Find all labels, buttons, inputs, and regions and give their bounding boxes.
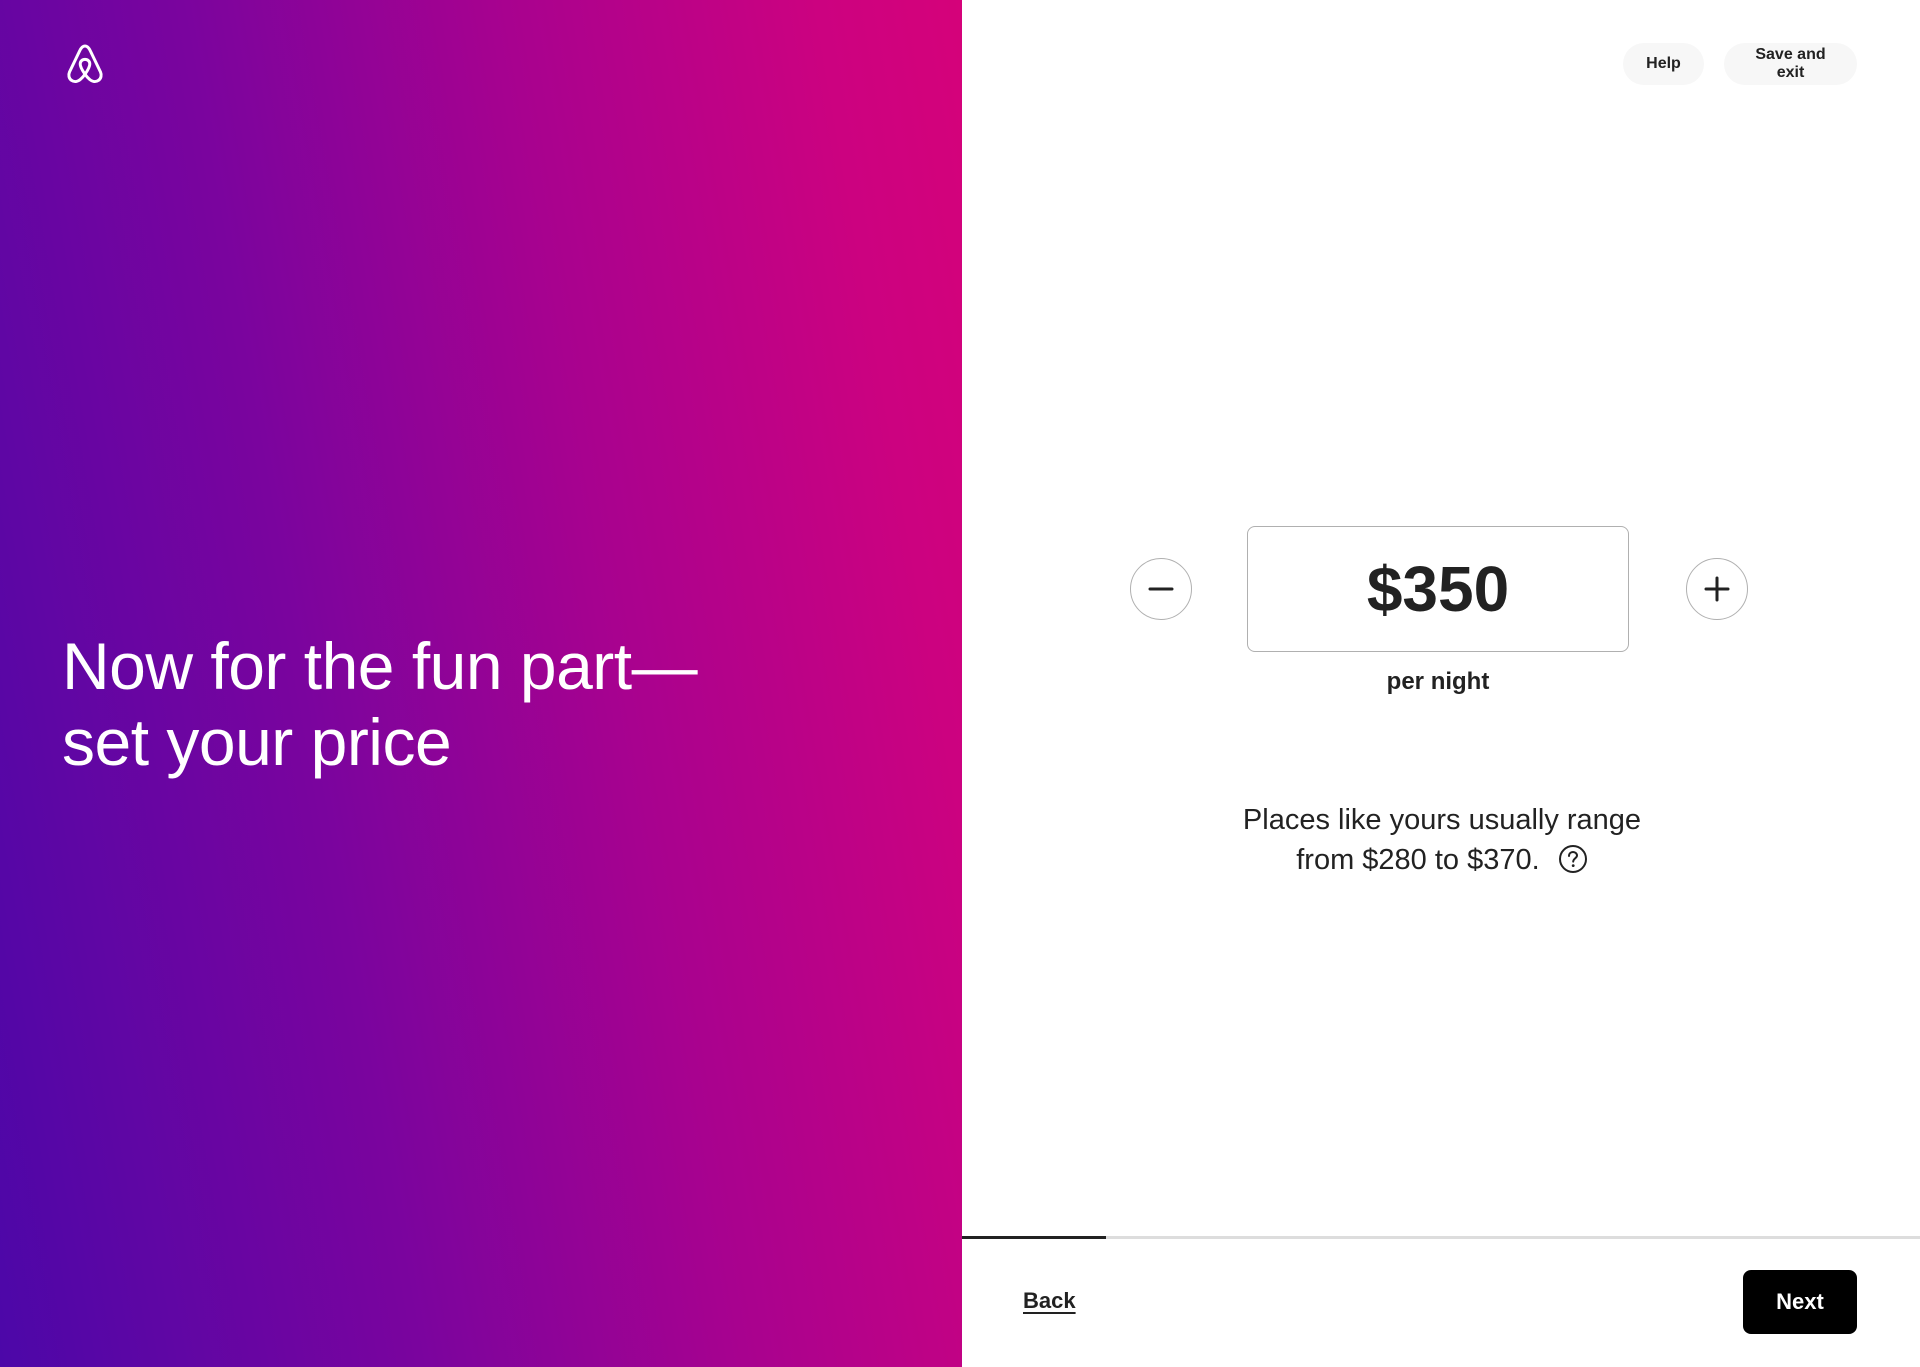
next-button[interactable]: Next bbox=[1743, 1270, 1857, 1334]
page-title: Now for the fun part— set your price bbox=[62, 628, 862, 780]
page-title-line-1: Now for the fun part— bbox=[62, 629, 698, 703]
page-title-line-2: set your price bbox=[62, 705, 452, 779]
airbnb-logo-icon[interactable] bbox=[64, 42, 106, 86]
plus-icon bbox=[1704, 576, 1730, 602]
question-circle-icon[interactable] bbox=[1558, 844, 1588, 874]
back-link[interactable]: Back bbox=[1023, 1288, 1076, 1314]
price-range-line-2: from $280 to $370. bbox=[1102, 840, 1782, 880]
progress-bar-fill bbox=[962, 1236, 1106, 1239]
progress-bar bbox=[962, 1236, 1920, 1239]
price-range-line-2-text: from $280 to $370. bbox=[1296, 844, 1540, 876]
price-unit-label: per night bbox=[1386, 668, 1490, 695]
price-setup-page: Now for the fun part— set your price Hel… bbox=[0, 0, 1920, 1367]
price-range-line-1: Places like yours usually range bbox=[1242, 804, 1642, 836]
minus-icon bbox=[1148, 587, 1174, 591]
content-panel: Help Save and exit per night Places like… bbox=[962, 0, 1920, 1367]
increase-price-button[interactable] bbox=[1686, 558, 1748, 620]
price-range-hint: Places like yours usually range from $28… bbox=[1102, 800, 1782, 880]
price-input[interactable] bbox=[1256, 551, 1620, 627]
save-and-exit-button[interactable]: Save and exit bbox=[1724, 43, 1857, 85]
hero-panel: Now for the fun part— set your price bbox=[0, 0, 962, 1367]
help-button[interactable]: Help bbox=[1623, 43, 1704, 85]
decrease-price-button[interactable] bbox=[1130, 558, 1192, 620]
price-field[interactable] bbox=[1247, 526, 1629, 652]
